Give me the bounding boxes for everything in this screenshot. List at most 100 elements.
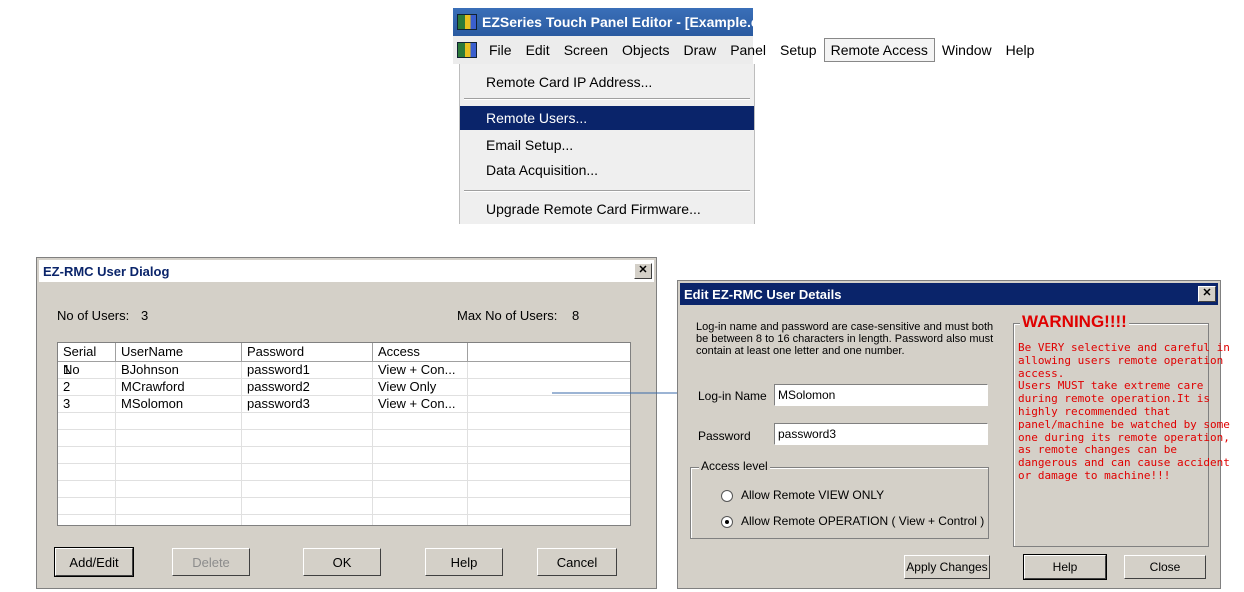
column-username[interactable]: UserName — [116, 343, 242, 361]
help-button[interactable]: Help — [425, 548, 503, 576]
menu-screen[interactable]: Screen — [557, 38, 615, 62]
access-level-label: Access level — [699, 459, 770, 473]
login-name-field[interactable]: MSolomon — [774, 384, 988, 406]
cell-empty — [468, 498, 630, 514]
users-table[interactable]: Serial No UserName Password Access 1 BJo… — [57, 342, 631, 526]
table-row-empty[interactable] — [58, 430, 630, 447]
cell-password: password2 — [242, 379, 373, 395]
menu-item-remote-users[interactable]: Remote Users... — [460, 106, 754, 130]
cell-empty — [242, 430, 373, 446]
warning-group: WARNING!!!! Be VERY selective and carefu… — [1013, 312, 1230, 547]
cell-access: View + Con... — [373, 396, 468, 412]
cell-empty — [58, 481, 116, 497]
menu-panel[interactable]: Panel — [723, 38, 773, 62]
table-row-empty[interactable] — [58, 413, 630, 430]
cell-empty — [242, 498, 373, 514]
column-password[interactable]: Password — [242, 343, 373, 361]
cell-empty — [468, 413, 630, 429]
table-row-empty[interactable] — [58, 464, 630, 481]
cell-serial: 2 — [58, 379, 116, 395]
cell-empty — [116, 464, 242, 480]
editor-menubar: File Edit Screen Objects Draw Panel Setu… — [453, 36, 1034, 64]
remote-access-dropdown: Remote Card IP Address... Remote Users..… — [459, 64, 755, 224]
table-row-empty[interactable] — [58, 515, 630, 525]
cell-password: password3 — [242, 396, 373, 412]
cell-empty — [58, 447, 116, 463]
cell-empty — [468, 430, 630, 446]
cell-empty — [373, 464, 468, 480]
menu-remote-access[interactable]: Remote Access — [823, 38, 935, 62]
column-access[interactable]: Access — [373, 343, 468, 361]
cell-username: MCrawford — [116, 379, 242, 395]
cell-empty — [116, 481, 242, 497]
user-dialog-title: EZ-RMC User Dialog — [43, 263, 170, 279]
menu-separator — [464, 98, 750, 100]
radio-view-only-label: Allow Remote VIEW ONLY — [741, 488, 885, 502]
edit-dialog-title-bar: Edit EZ-RMC User Details ✕ — [680, 283, 1218, 305]
menu-item-remote-card-ip[interactable]: Remote Card IP Address... — [460, 70, 754, 94]
add-edit-button[interactable]: Add/Edit — [54, 547, 134, 577]
cell-empty — [116, 447, 242, 463]
cell-empty — [468, 481, 630, 497]
cell-empty — [58, 413, 116, 429]
instructions-text: Log-in name and password are case-sensit… — [696, 321, 994, 357]
menu-edit[interactable]: Edit — [519, 38, 557, 62]
cell-access: View Only — [373, 379, 468, 395]
radio-operation[interactable]: Allow Remote OPERATION ( View + Control … — [721, 514, 984, 528]
cell-username: MSolomon — [116, 396, 242, 412]
radio-view-only[interactable]: Allow Remote VIEW ONLY — [721, 488, 884, 502]
cell-empty — [373, 413, 468, 429]
column-empty — [468, 343, 630, 361]
warning-title: WARNING!!!! — [1020, 312, 1129, 332]
cell-empty — [116, 515, 242, 525]
radio-operation-label: Allow Remote OPERATION ( View + Control … — [741, 514, 985, 528]
menu-item-data-acquisition[interactable]: Data Acquisition... — [460, 158, 754, 182]
menu-window[interactable]: Window — [935, 38, 999, 62]
cell-empty — [58, 515, 116, 525]
no-of-users-value: 3 — [141, 308, 149, 323]
apply-changes-button[interactable]: Apply Changes — [904, 555, 990, 579]
table-row-empty[interactable] — [58, 498, 630, 515]
password-field[interactable]: password3 — [774, 423, 988, 445]
menu-draw[interactable]: Draw — [677, 38, 724, 62]
radio-circle[interactable] — [721, 489, 733, 502]
ok-button[interactable]: OK — [303, 548, 381, 576]
no-of-users-label: No of Users: — [57, 308, 130, 323]
access-level-group: Access level Allow Remote VIEW ONLY Allo… — [690, 459, 989, 539]
editor-title-bar: EZSeries Touch Panel Editor - [Example.e… — [453, 8, 753, 36]
menu-objects[interactable]: Objects — [615, 38, 676, 62]
cell-empty — [468, 515, 630, 525]
table-row[interactable]: 1 BJohnson password1 View + Con... — [58, 362, 630, 379]
delete-button[interactable]: Delete — [172, 548, 250, 576]
table-row-empty[interactable] — [58, 481, 630, 498]
column-serial-no[interactable]: Serial No — [58, 343, 116, 377]
cell-username: BJohnson — [116, 362, 242, 378]
radio-circle-selected[interactable] — [721, 515, 733, 528]
cell-empty — [468, 464, 630, 480]
cell-empty — [58, 430, 116, 446]
menu-file[interactable]: File — [482, 38, 519, 62]
max-users-label: Max No of Users: — [457, 308, 558, 323]
table-row[interactable]: 3 MSolomon password3 View + Con... — [58, 396, 630, 413]
editor-title: EZSeries Touch Panel Editor - [Example.e… — [482, 14, 753, 30]
close-button[interactable]: Close — [1124, 555, 1206, 579]
menu-setup[interactable]: Setup — [773, 38, 824, 62]
close-icon[interactable]: ✕ — [1198, 286, 1216, 302]
app-menu-icon[interactable] — [457, 42, 477, 58]
cell-empty — [58, 498, 116, 514]
close-icon[interactable]: ✕ — [634, 263, 652, 279]
app-icon — [457, 14, 477, 30]
table-header: Serial No UserName Password Access — [58, 343, 630, 377]
cell-empty — [468, 362, 630, 378]
user-dialog-title-bar: EZ-RMC User Dialog ✕ — [39, 260, 654, 282]
menu-item-email-setup[interactable]: Email Setup... — [460, 133, 754, 157]
table-row[interactable]: 2 MCrawford password2 View Only — [58, 379, 630, 396]
cell-empty — [116, 413, 242, 429]
help-button[interactable]: Help — [1023, 554, 1107, 580]
menu-help[interactable]: Help — [999, 38, 1042, 62]
table-row-empty[interactable] — [58, 447, 630, 464]
cancel-button[interactable]: Cancel — [537, 548, 617, 576]
cell-empty — [373, 498, 468, 514]
cell-empty — [242, 413, 373, 429]
menu-item-upgrade-firmware[interactable]: Upgrade Remote Card Firmware... — [460, 197, 754, 221]
